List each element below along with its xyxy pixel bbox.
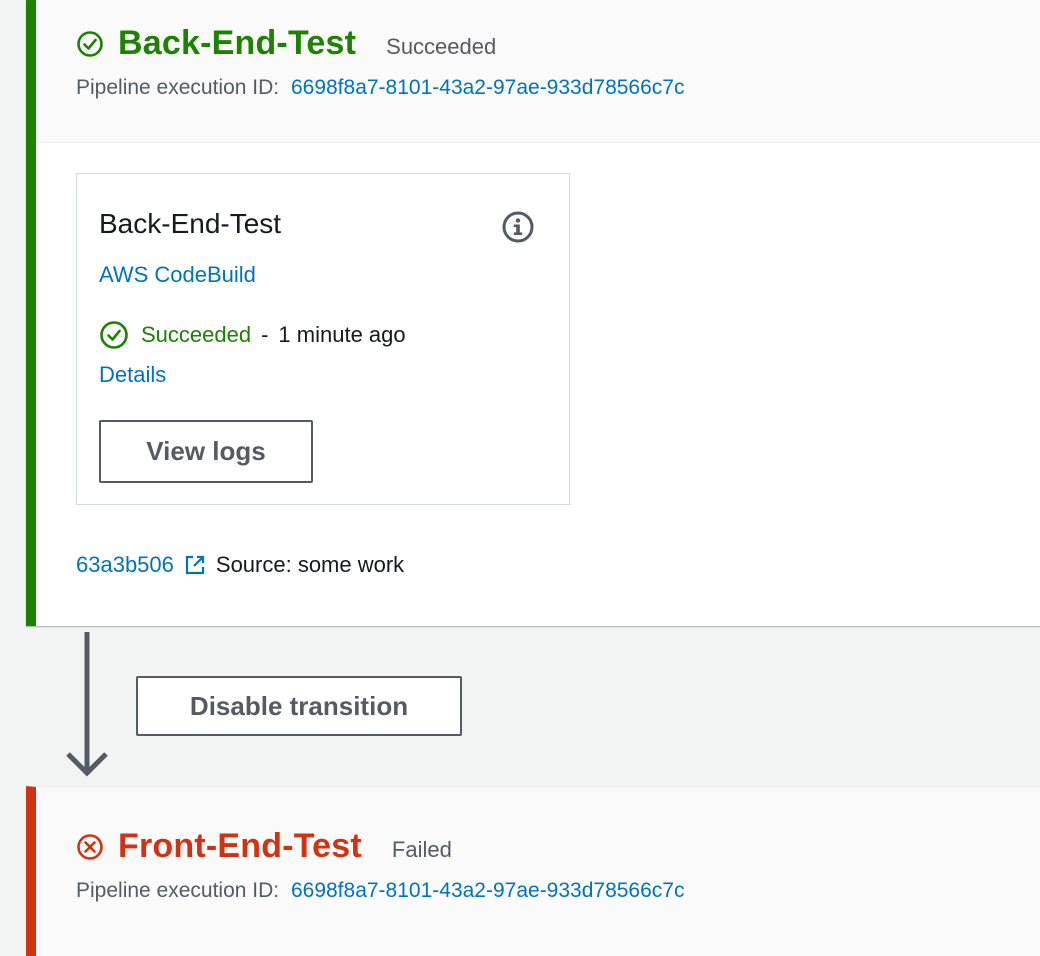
action-status-row: Succeeded - 1 minute ago: [99, 320, 406, 350]
stage-status: Succeeded: [386, 33, 497, 59]
action-time: 1 minute ago: [278, 322, 406, 347]
details-link[interactable]: Details: [99, 362, 166, 388]
check-circle-icon: [77, 30, 103, 57]
arrow-down-icon: [66, 632, 108, 777]
stage-front-end-test: Front-End-Test Failed Pipeline execution…: [26, 786, 1040, 956]
execution-id-link[interactable]: 6698f8a7-8101-43a2-97ae-933d78566c7c: [291, 879, 685, 902]
stage-back-end-test: Back-End-Test Succeeded Pipeline executi…: [26, 0, 1040, 626]
action-status: Succeeded: [141, 322, 252, 347]
stage-name: Back-End-Test: [118, 24, 357, 62]
action-card: Back-End-Test AWS CodeBuild Succeeded - …: [76, 173, 570, 505]
pipeline-execution-line: Pipeline execution ID: 6698f8a7-8101-43a…: [76, 879, 684, 903]
stage-status: Failed: [391, 836, 452, 862]
stage-title: Front-End-Test Failed: [76, 827, 452, 866]
stage-name: Front-End-Test: [118, 827, 362, 865]
stage-header: Back-End-Test Succeeded Pipeline executi…: [36, 0, 1040, 143]
info-icon[interactable]: [501, 210, 535, 244]
external-link-icon[interactable]: [184, 554, 206, 576]
source-revision: 63a3b506 Source: some work: [76, 552, 404, 578]
execution-id-link[interactable]: 6698f8a7-8101-43a2-97ae-933d78566c7c: [291, 76, 685, 99]
revision-summary: Source: some work: [215, 552, 405, 577]
stage-title: Back-End-Test Succeeded: [76, 24, 496, 63]
x-circle-icon: [77, 833, 103, 860]
view-logs-button[interactable]: View logs: [99, 420, 313, 483]
check-circle-icon: [100, 321, 128, 349]
disable-transition-button[interactable]: Disable transition: [136, 676, 462, 736]
status-separator: -: [261, 322, 269, 347]
action-provider-link[interactable]: AWS CodeBuild: [99, 262, 256, 288]
execution-id-label: Pipeline execution ID:: [76, 76, 280, 99]
pipeline-execution-line: Pipeline execution ID: 6698f8a7-8101-43a…: [76, 76, 684, 100]
action-name: Back-End-Test: [99, 208, 282, 239]
revision-id-link[interactable]: 63a3b506: [76, 552, 174, 578]
execution-id-label: Pipeline execution ID:: [76, 879, 280, 902]
